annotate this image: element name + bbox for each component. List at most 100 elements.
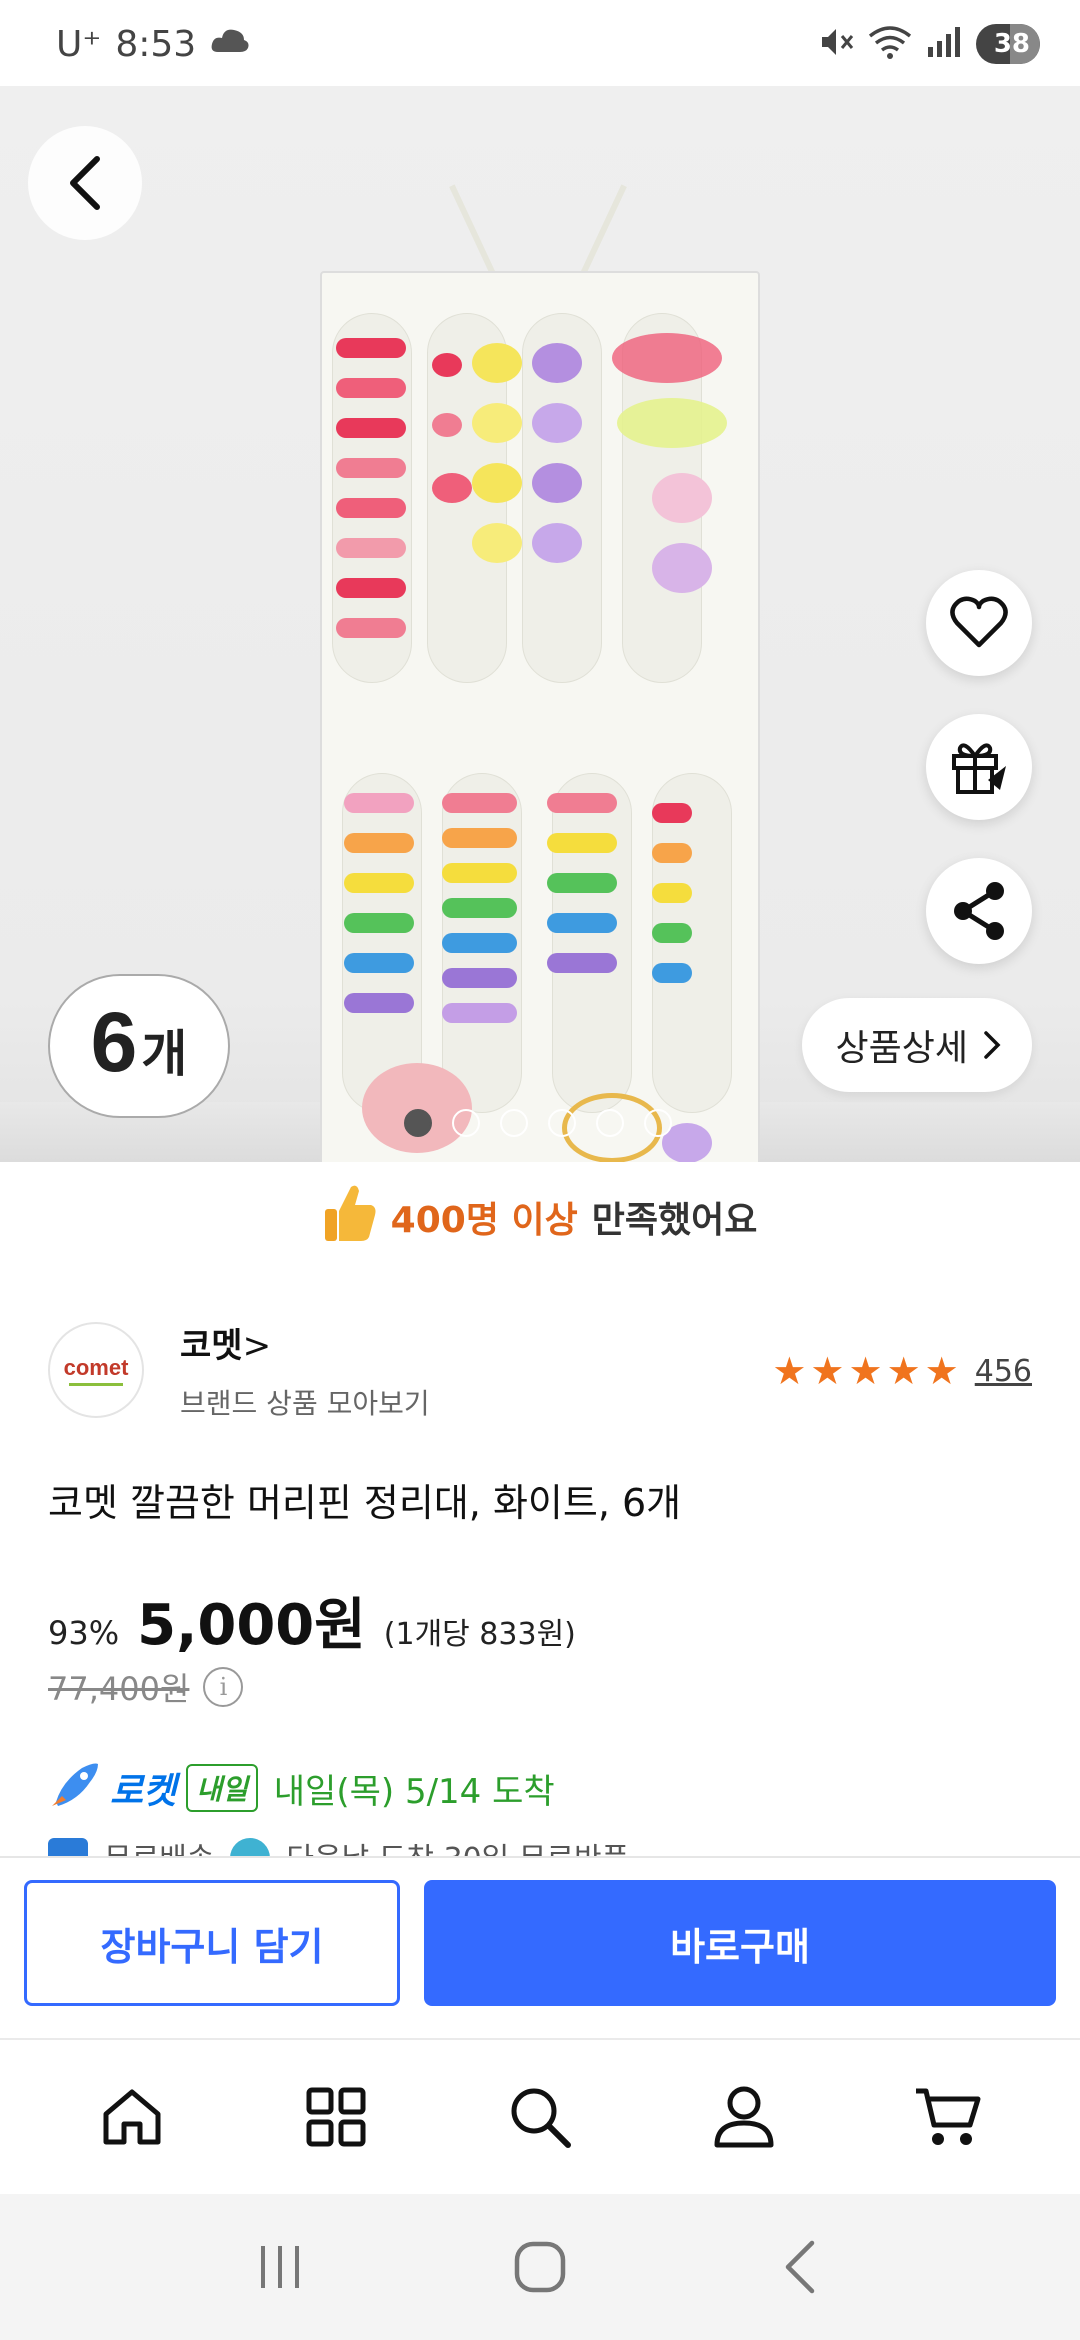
original-price-row: 77,400원 i — [48, 1664, 244, 1710]
satisfaction-banner: 400명 이상 만족했어요 — [0, 1172, 1080, 1262]
original-price: 77,400원 — [48, 1670, 190, 1708]
product-detail-button[interactable]: 상품상세 — [801, 998, 1032, 1092]
delivery-info: 로켓 내일 내일(목) 5/14 도착 — [48, 1762, 555, 1814]
chevron-right-icon — [984, 1031, 1001, 1059]
hair-bow — [472, 343, 522, 383]
sale-price: 5,000원 — [137, 1593, 366, 1658]
home-icon — [103, 2089, 161, 2145]
return-icon — [230, 1838, 271, 1858]
hair-bow — [432, 353, 462, 377]
price-row: 93% 5,000원 (1개당 833원) — [48, 1580, 576, 1661]
hair-bow — [532, 463, 582, 503]
wishlist-button[interactable] — [926, 570, 1032, 676]
product-title: 코멧 깔끔한 머리핀 정리대, 화이트, 6개 — [48, 1481, 682, 1525]
carousel-dot[interactable] — [500, 1109, 528, 1137]
back-system-icon — [785, 2240, 815, 2294]
status-right: 38 — [818, 24, 1040, 64]
arrival-date: 내일(목) 5/14 도착 — [273, 1771, 555, 1812]
hair-clip — [344, 873, 414, 893]
hair-clip — [442, 793, 517, 813]
home-system-button[interactable] — [490, 2227, 590, 2307]
carousel-dot[interactable] — [548, 1109, 576, 1137]
user-icon — [714, 2086, 774, 2148]
carousel-dot[interactable] — [452, 1109, 480, 1137]
hair-bow — [472, 403, 522, 443]
back-system-button[interactable] — [750, 2227, 850, 2307]
share-button[interactable] — [926, 858, 1032, 964]
cart-icon — [916, 2088, 981, 2145]
hair-clip — [336, 338, 406, 358]
carousel-dot[interactable] — [644, 1109, 672, 1137]
wifi-icon — [868, 24, 912, 64]
star-icon: ★ — [772, 1349, 807, 1393]
satisfaction-highlight: 400명 이상 — [390, 1200, 578, 1241]
nav-cart[interactable] — [888, 2057, 1008, 2177]
hair-clip — [442, 828, 517, 848]
recent-apps-button[interactable] — [230, 2227, 330, 2307]
buy-now-button[interactable]: 바로구매 — [424, 1880, 1056, 2006]
home-system-icon — [514, 2241, 566, 2293]
hair-clip — [442, 863, 517, 883]
review-count[interactable]: 456 — [975, 1354, 1032, 1389]
hair-bow — [472, 523, 522, 563]
brand-logo-underline — [69, 1382, 123, 1386]
star-icon: ★ — [886, 1349, 921, 1393]
carousel-dot[interactable] — [404, 1109, 432, 1137]
hair-clip — [344, 833, 414, 853]
hair-bow — [472, 463, 522, 503]
hair-clip — [336, 378, 406, 398]
nav-home[interactable] — [72, 2057, 192, 2177]
hair-clip — [336, 538, 406, 558]
unit-price: (1개당 833원) — [383, 1617, 576, 1652]
nav-categories[interactable] — [276, 2057, 396, 2177]
rating-summary[interactable]: ★ ★ ★ ★ ★ 456 — [772, 1352, 1032, 1390]
hair-clip — [442, 933, 517, 953]
gift-button[interactable] — [926, 714, 1032, 820]
system-navigation-bar — [0, 2194, 1080, 2340]
hair-clip — [442, 968, 517, 988]
hair-clip — [344, 953, 414, 973]
hair-clip — [442, 1003, 517, 1023]
hair-clip — [547, 833, 617, 853]
brand-products-link[interactable]: 브랜드 상품 모아보기 — [180, 1382, 430, 1422]
quantity-unit: 개 — [141, 1025, 188, 1083]
hair-clip — [344, 993, 414, 1013]
nav-search[interactable] — [480, 2057, 600, 2177]
status-left: U⁺ 8:53 — [56, 24, 250, 65]
nav-my-account[interactable] — [684, 2057, 804, 2177]
star-icon: ★ — [810, 1349, 845, 1393]
organizer-slot — [342, 773, 422, 1113]
product-image-carousel[interactable]: 6 개 상품상세 — [0, 86, 1080, 1162]
hair-clip — [652, 843, 692, 863]
hair-clip — [547, 873, 617, 893]
hair-clip — [547, 793, 617, 813]
free-shipping-text: 무료배송 — [104, 1838, 214, 1858]
info-icon[interactable]: i — [203, 1667, 244, 1707]
hair-clip — [336, 458, 406, 478]
share-icon — [954, 882, 1004, 940]
organizer-slot — [552, 773, 632, 1113]
star-icon: ★ — [924, 1349, 959, 1393]
hairpin-organizer — [320, 271, 760, 1162]
mute-icon — [818, 25, 854, 63]
add-to-cart-button[interactable]: 장바구니 담기 — [24, 1880, 400, 2006]
heart-icon — [950, 596, 1008, 648]
hair-bow — [532, 523, 582, 563]
hair-clip — [652, 883, 692, 903]
hair-bow — [432, 413, 462, 437]
carousel-indicator — [404, 1109, 672, 1137]
carousel-dot[interactable] — [596, 1109, 624, 1137]
brand-name-link[interactable]: 코멧> — [180, 1318, 271, 1367]
back-button[interactable] — [28, 126, 142, 240]
status-bar: U⁺ 8:53 38 — [0, 0, 1080, 86]
hanging-strap — [449, 184, 497, 278]
hair-bow — [532, 403, 582, 443]
organizer-slot — [652, 773, 732, 1113]
gift-icon — [952, 743, 1006, 794]
hair-bow — [612, 333, 722, 383]
hair-bow — [432, 473, 472, 503]
brand-logo-text: comet — [63, 1354, 129, 1380]
shipping-benefits: 무료배송 다음날 도착 30일 무료반품 — [48, 1838, 629, 1858]
brand-logo[interactable]: comet — [48, 1322, 144, 1418]
free-shipping-icon — [48, 1838, 88, 1858]
